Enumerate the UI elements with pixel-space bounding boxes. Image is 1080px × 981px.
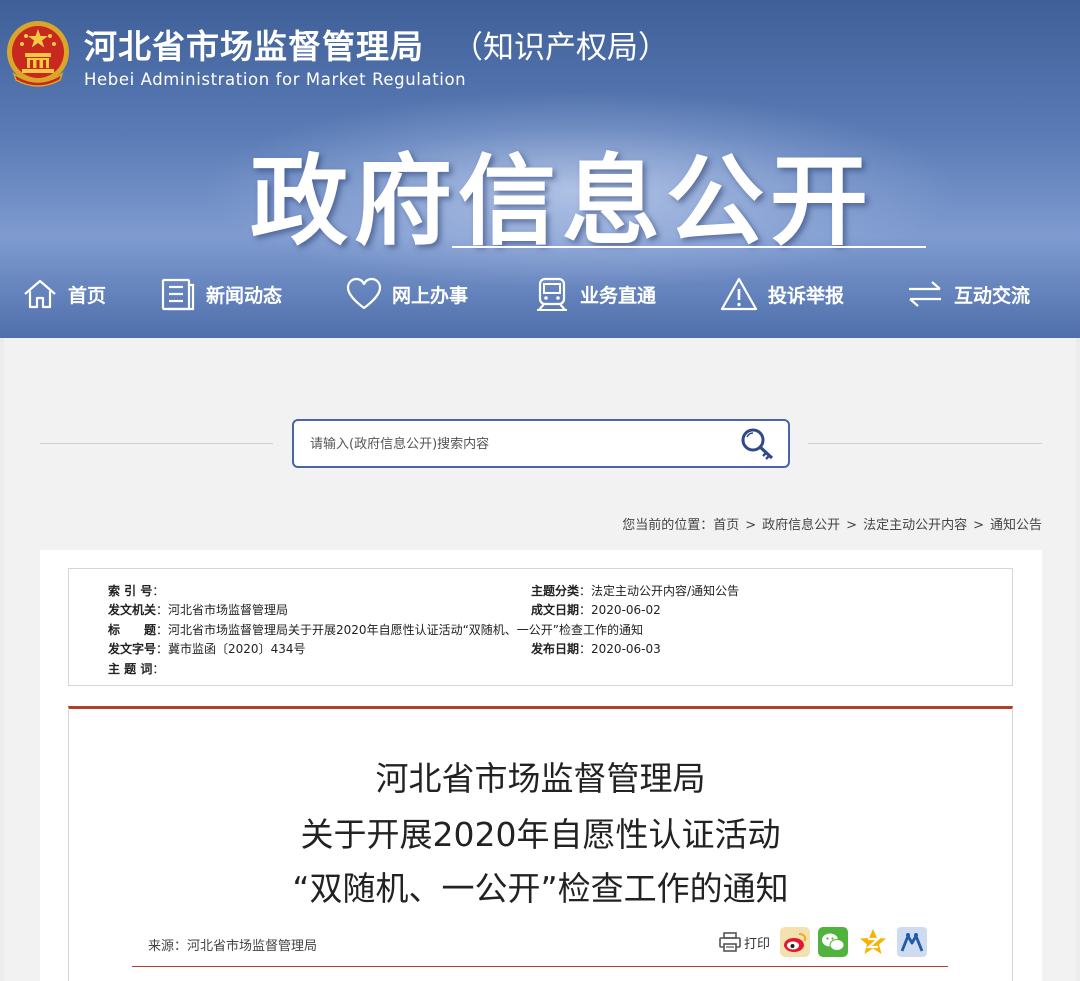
- meta-value: 河北省市场监督管理局关于开展2020年自愿性认证活动“双随机、一公开”检查工作的…: [168, 623, 644, 637]
- breadcrumb-home[interactable]: 首页: [713, 518, 739, 533]
- meta-value: 冀市监函〔2020〕434号: [168, 642, 306, 656]
- nav-label: 业务直通: [580, 284, 657, 307]
- meta-label: 发文字号: [108, 642, 157, 656]
- search-box: [292, 419, 790, 468]
- printer-icon: [719, 932, 741, 952]
- share-renren-button[interactable]: [897, 926, 927, 958]
- article-source: 来源：河北省市场监督管理局: [148, 935, 317, 954]
- search-divider-right: [808, 443, 1042, 444]
- nav-label: 首页: [68, 284, 107, 307]
- share-qzone-button[interactable]: [858, 926, 888, 958]
- meta-label: 发布日期: [531, 642, 580, 656]
- meta-index-no: 索 引 号：: [108, 584, 165, 598]
- source-value: 河北省市场监督管理局: [187, 939, 318, 954]
- nav-item-news[interactable]: 新闻动态: [160, 268, 282, 320]
- nav-item-home[interactable]: 首页: [22, 268, 106, 320]
- main-nav: 首页 新闻动态 网上办事 业务直通 投诉举报 互动交流: [0, 268, 1080, 320]
- meta-issuer: 发文机关：河北省市场监督管理局: [108, 603, 289, 617]
- article-title-line-3: “双随机、一公开”检查工作的通知: [292, 869, 789, 908]
- breadcrumb-gov-info[interactable]: 政府信息公开: [762, 518, 840, 533]
- warning-icon: [720, 277, 758, 311]
- print-label: 打印: [744, 936, 771, 952]
- meta-value: 2020-06-03: [591, 642, 661, 656]
- nav-label: 网上办事: [392, 284, 469, 307]
- qzone-icon: [860, 929, 886, 954]
- meta-value: 2020-06-02: [591, 603, 661, 617]
- banner-title: 政府信息公开: [250, 145, 875, 259]
- breadcrumb-notices[interactable]: 通知公告: [990, 518, 1042, 533]
- nav-item-complaints[interactable]: 投诉举报: [720, 268, 844, 320]
- nav-label: 互动交流: [954, 284, 1031, 307]
- breadcrumb-separator: >: [846, 518, 858, 533]
- meta-keywords: 主 题 词：: [108, 662, 165, 676]
- nav-item-online-services[interactable]: 网上办事: [346, 268, 468, 320]
- print-button[interactable]: 打印: [719, 926, 770, 958]
- article-divider: [132, 966, 948, 967]
- meta-title: 标 题：河北省市场监督管理局关于开展2020年自愿性认证活动“双随机、一公开”检…: [108, 623, 644, 637]
- national-emblem-icon: [7, 21, 69, 87]
- train-icon: [537, 277, 567, 311]
- org-name-english: Hebei Administration for Market Regulati…: [84, 70, 467, 89]
- meta-label: 主题分类: [531, 584, 580, 598]
- meta-category: 主题分类：法定主动公开内容/通知公告: [531, 584, 740, 598]
- org-subtitle: （知识产权局）: [452, 30, 669, 66]
- meta-label: 成文日期: [531, 603, 580, 617]
- meta-value: 河北省市场监督管理局: [168, 603, 289, 617]
- article-title-line-2: 关于开展2020年自愿性认证活动: [300, 815, 781, 854]
- breadcrumb: 您当前的位置：首页 > 政府信息公开 > 法定主动公开内容 > 通知公告: [622, 514, 1042, 533]
- breadcrumb-label: 您当前的位置：: [622, 518, 714, 533]
- article-title-line-1: 河北省市场监督管理局: [375, 759, 706, 798]
- search-divider-left: [40, 443, 273, 444]
- meta-date-written: 成文日期：2020-06-02: [531, 603, 661, 617]
- nav-label: 新闻动态: [206, 284, 283, 307]
- org-name: 河北省市场监督管理局: [84, 27, 424, 66]
- meta-label: 主 题 词: [108, 662, 153, 676]
- source-label: 来源：: [148, 939, 188, 954]
- share-wechat-button[interactable]: [818, 926, 848, 958]
- heart-icon: [346, 277, 382, 310]
- nav-item-business[interactable]: 业务直通: [534, 268, 656, 320]
- meta-label: 索 引 号: [108, 584, 153, 598]
- renren-icon: [897, 927, 927, 957]
- weibo-icon: [780, 927, 810, 957]
- meta-label: 发文机关: [108, 603, 157, 617]
- meta-doc-no: 发文字号：冀市监函〔2020〕434号: [108, 642, 306, 656]
- nav-item-interaction[interactable]: 互动交流: [906, 268, 1030, 320]
- wechat-icon: [818, 927, 848, 957]
- share-weibo-button[interactable]: [780, 926, 810, 958]
- meta-date-published: 发布日期：2020-06-03: [531, 642, 661, 656]
- search-key-icon[interactable]: [738, 426, 778, 462]
- nav-label: 投诉举报: [768, 284, 845, 307]
- search-input[interactable]: [308, 431, 728, 457]
- home-icon: [24, 279, 56, 309]
- meta-label: 标 题: [108, 623, 157, 637]
- site-header: 河北省市场监督管理局 （知识产权局） Hebei Administration …: [0, 0, 1080, 338]
- breadcrumb-separator: >: [973, 518, 984, 533]
- breadcrumb-separator: >: [745, 518, 757, 533]
- breadcrumb-statutory[interactable]: 法定主动公开内容: [863, 518, 967, 533]
- banner-underline: [452, 246, 926, 248]
- meta-value: 法定主动公开内容/通知公告: [591, 584, 740, 598]
- exchange-icon: [909, 281, 941, 307]
- news-icon: [161, 278, 195, 311]
